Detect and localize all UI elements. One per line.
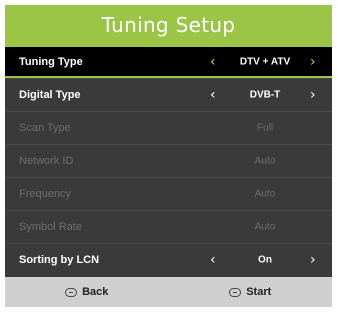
- setting-value: Auto: [254, 221, 276, 233]
- setting-value: DTV + ATV: [239, 56, 291, 67]
- setting-row-symbol-rate: Symbol Rate Auto: [5, 210, 332, 243]
- chevron-left-icon[interactable]: ‹: [210, 55, 216, 69]
- start-label: Start: [246, 286, 272, 298]
- start-button[interactable]: Start: [169, 277, 333, 307]
- setting-label: Frequency: [19, 188, 71, 200]
- tuning-setup-screen: Tuning Setup Tuning Type ‹ DTV + ATV › D…: [5, 5, 332, 307]
- setting-value: On: [258, 254, 272, 266]
- setting-value: DVB-T: [249, 89, 281, 101]
- header-bar: Tuning Setup: [5, 5, 332, 45]
- setting-label: Tuning Type: [19, 55, 83, 68]
- back-label: Back: [82, 286, 109, 298]
- setting-row-tuning-type[interactable]: Tuning Type ‹ DTV + ATV ›: [5, 45, 332, 78]
- ok-button-icon: [229, 287, 242, 297]
- setting-label: Sorting by LCN: [19, 254, 100, 266]
- page-title: Tuning Setup: [101, 13, 236, 37]
- chevron-left-icon[interactable]: ‹: [210, 253, 216, 267]
- setting-label: Network ID: [19, 155, 74, 167]
- setting-label: Symbol Rate: [19, 221, 82, 233]
- menu-button-icon: [65, 287, 78, 297]
- setting-row-scan-type: Scan Type Full: [5, 111, 332, 144]
- chevron-left-icon[interactable]: ‹: [210, 88, 216, 102]
- chevron-right-icon[interactable]: ›: [310, 88, 316, 102]
- footer-bar: Back Start: [5, 277, 332, 307]
- setting-label: Digital Type: [19, 89, 81, 101]
- settings-list: Tuning Type ‹ DTV + ATV › Digital Type ‹…: [5, 45, 332, 276]
- chevron-right-icon[interactable]: ›: [310, 55, 316, 69]
- setting-value: Auto: [254, 155, 276, 167]
- chevron-right-icon[interactable]: ›: [310, 253, 316, 267]
- setting-row-frequency: Frequency Auto: [5, 177, 332, 210]
- setting-label: Scan Type: [19, 122, 71, 134]
- setting-row-network-id: Network ID Auto: [5, 144, 332, 177]
- setting-row-sorting-by-lcn[interactable]: Sorting by LCN ‹ On ›: [5, 243, 332, 276]
- back-button[interactable]: Back: [5, 277, 169, 307]
- setting-value: Full: [256, 122, 274, 134]
- setting-value: Auto: [254, 188, 276, 200]
- setting-row-digital-type[interactable]: Digital Type ‹ DVB-T ›: [5, 78, 332, 111]
